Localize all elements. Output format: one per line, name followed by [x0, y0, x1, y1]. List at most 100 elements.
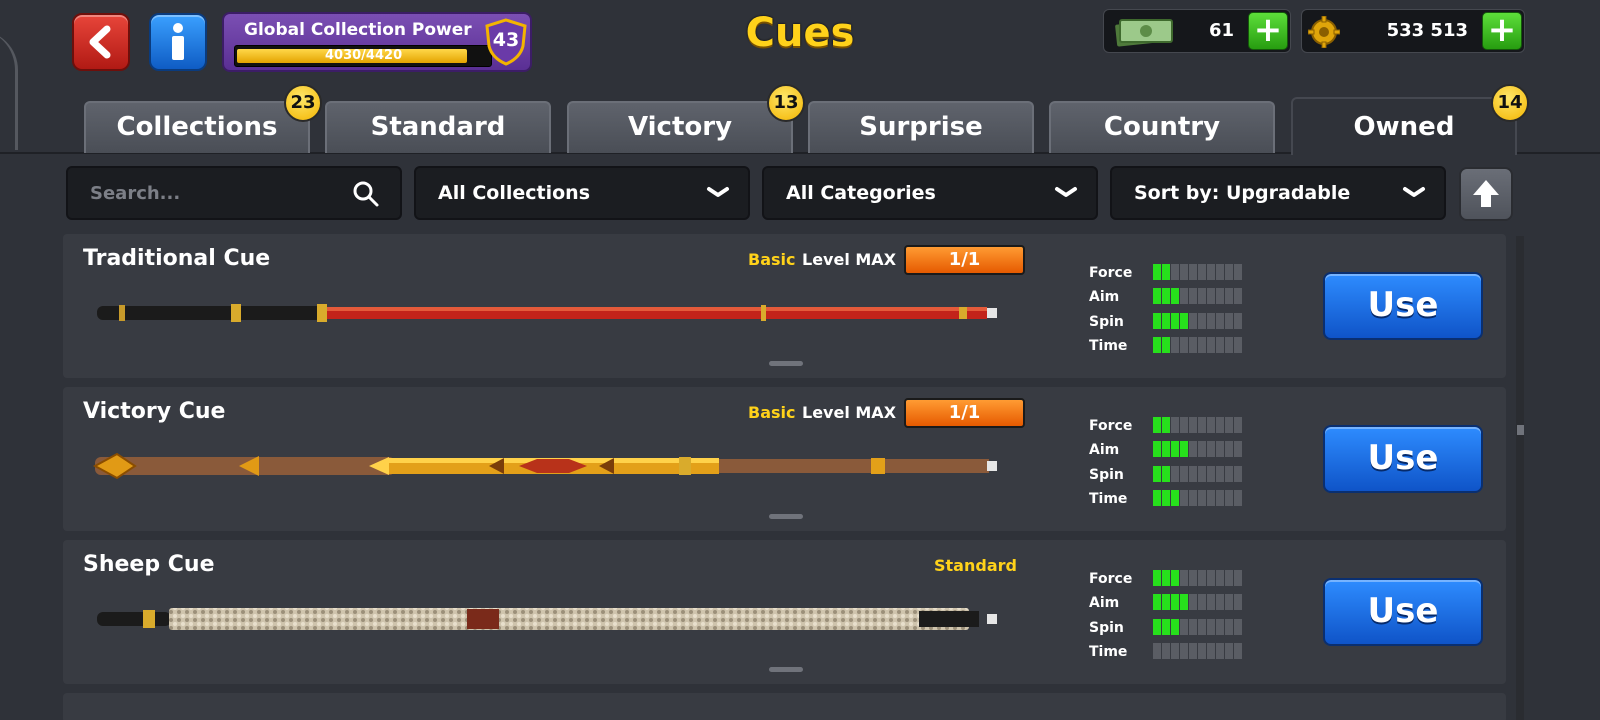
- cue-image: [89, 296, 1019, 330]
- stat-label: Force: [1089, 418, 1133, 434]
- stat-label: Aim: [1089, 442, 1120, 459]
- stat-segment: [1153, 465, 1161, 482]
- stat-segment: [1189, 570, 1197, 586]
- scrollbar-thumb[interactable]: [1517, 425, 1524, 435]
- decorative-arc: [0, 30, 18, 150]
- stat-segment: [1153, 594, 1161, 611]
- sort-dropdown-value: Sort by: Upgradable: [1134, 182, 1351, 204]
- stat-segment: [1225, 312, 1233, 329]
- add-cash-button[interactable]: +: [1248, 12, 1288, 50]
- stat-label: Aim: [1089, 289, 1120, 306]
- stat-segment: [1234, 441, 1242, 458]
- cue-card[interactable]: Sheep Cue Standard Force Aim Spin Time U…: [63, 540, 1506, 684]
- tab-surprise[interactable]: Surprise: [808, 101, 1034, 153]
- stat-segment: [1234, 264, 1242, 280]
- stat-segment: [1207, 336, 1215, 353]
- info-button[interactable]: [149, 13, 207, 71]
- stat-segment: [1234, 288, 1242, 305]
- stat-segment: [1234, 618, 1242, 635]
- stat-segment: [1225, 618, 1233, 635]
- stat-segment: [1225, 465, 1233, 482]
- stat-segment: [1171, 336, 1179, 353]
- stat-segment: [1198, 570, 1206, 586]
- stat-segment: [1189, 441, 1197, 458]
- cue-card[interactable]: Victory Cue Basic Level MAX 1/1 Force Aim: [63, 387, 1506, 531]
- stat-bar: [1153, 288, 1242, 305]
- stat-segment: [1171, 288, 1179, 305]
- global-collection-power[interactable]: Global Collection Power 4030/4420 43: [222, 12, 532, 72]
- stat-bar: [1153, 336, 1242, 353]
- sort-direction-button[interactable]: [1459, 167, 1513, 221]
- stat-segment: [1189, 594, 1197, 611]
- stat-segment: [1198, 465, 1206, 482]
- stat-segment: [1189, 312, 1197, 329]
- stat-segment: [1153, 288, 1161, 305]
- stat-segment: [1198, 417, 1206, 433]
- use-button[interactable]: Use: [1323, 578, 1483, 646]
- stat-segment: [1180, 618, 1188, 635]
- stat-segment: [1153, 441, 1161, 458]
- cue-rarity: Basic: [748, 250, 796, 269]
- stat-segment: [1234, 417, 1242, 433]
- stat-segment: [1180, 264, 1188, 280]
- stat-bar: [1153, 264, 1242, 280]
- cue-card-partial: [63, 693, 1506, 720]
- use-button[interactable]: Use: [1323, 272, 1483, 340]
- stat-bar: [1153, 417, 1242, 433]
- stat-segment: [1189, 417, 1197, 433]
- stat-segment: [1162, 570, 1170, 586]
- cue-rarity: Standard: [934, 556, 1017, 575]
- tab-victory[interactable]: Victory: [567, 101, 793, 153]
- cue-card[interactable]: Traditional Cue Basic Level MAX 1/1 Force A…: [63, 234, 1506, 378]
- stat-segment: [1207, 642, 1215, 659]
- scrollbar[interactable]: [1516, 236, 1524, 720]
- stat-segment: [1216, 417, 1224, 433]
- cue-level-label: Level MAX: [802, 403, 897, 422]
- stat-bar: [1153, 312, 1242, 329]
- stat-segment: [1153, 417, 1161, 433]
- stat-segment: [1198, 642, 1206, 659]
- stat-segment: [1153, 312, 1161, 329]
- tab-owned[interactable]: Owned: [1291, 97, 1517, 155]
- stat-segment: [1162, 312, 1170, 329]
- stat-segment: [1171, 465, 1179, 482]
- cash-icon: [1115, 19, 1173, 47]
- stat-bar: [1153, 594, 1242, 611]
- stat-segment: [1198, 594, 1206, 611]
- expand-handle[interactable]: [769, 514, 803, 519]
- stat-segment: [1180, 570, 1188, 586]
- add-coins-button[interactable]: +: [1482, 12, 1522, 50]
- stat-bar: [1153, 441, 1242, 458]
- stat-segment: [1207, 570, 1215, 586]
- stat-bar: [1153, 489, 1242, 506]
- expand-handle[interactable]: [769, 361, 803, 366]
- sort-dropdown[interactable]: Sort by: Upgradable: [1110, 166, 1446, 220]
- stat-segment: [1162, 417, 1170, 433]
- stat-bar: [1153, 618, 1242, 635]
- cue-level-label: Level MAX: [802, 250, 897, 269]
- power-progress-bar: 4030/4420: [234, 45, 492, 67]
- expand-handle[interactable]: [769, 667, 803, 672]
- stat-segment: [1171, 618, 1179, 635]
- use-button[interactable]: Use: [1323, 425, 1483, 493]
- stat-bar: [1153, 465, 1242, 482]
- back-button[interactable]: [72, 13, 130, 71]
- info-icon: [172, 23, 184, 60]
- stat-segment: [1234, 465, 1242, 482]
- collections-dropdown[interactable]: All Collections: [414, 166, 750, 220]
- categories-dropdown[interactable]: All Categories: [762, 166, 1098, 220]
- search-input[interactable]: Search...: [66, 166, 402, 220]
- stat-segment: [1153, 642, 1161, 659]
- stat-label: Time: [1089, 337, 1128, 354]
- power-progress-text: 4030/4420: [325, 48, 403, 63]
- stat-segment: [1162, 489, 1170, 506]
- stat-segment: [1216, 312, 1224, 329]
- stat-segment: [1189, 642, 1197, 659]
- stat-segment: [1198, 264, 1206, 280]
- tab-collections[interactable]: Collections: [84, 101, 310, 153]
- stat-segment: [1216, 618, 1224, 635]
- stat-segment: [1234, 642, 1242, 659]
- tab-standard[interactable]: Standard: [325, 101, 551, 153]
- tab-country[interactable]: Country: [1049, 101, 1275, 153]
- stat-segment: [1162, 594, 1170, 611]
